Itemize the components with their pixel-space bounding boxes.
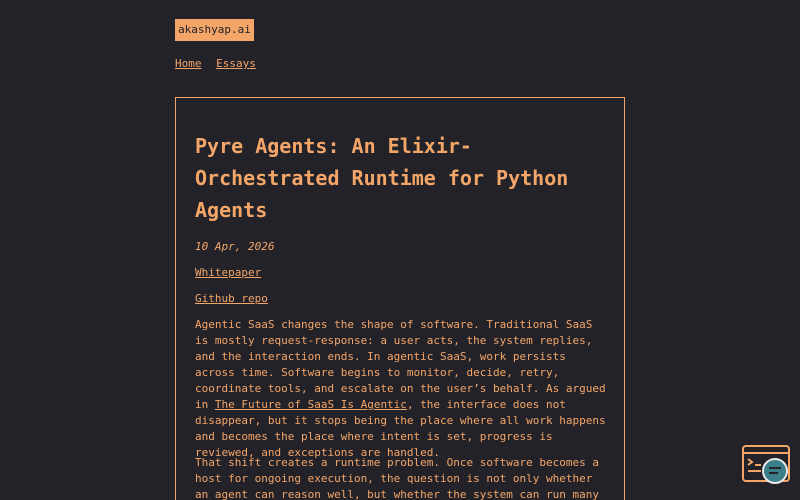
future-of-saas-link[interactable]: The Future of SaaS Is Agentic [215,398,407,411]
article-paragraph-2: That shift creates a runtime problem. On… [195,456,599,500]
chat-widget-button[interactable] [742,445,790,485]
github-repo-link[interactable]: Github repo [195,292,268,306]
article-card: Pyre Agents: An Elixir-Orchestrated Runt… [175,97,625,500]
article-date: 10 Apr, 2026 [195,240,275,253]
nav-essays-link[interactable]: Essays [216,57,256,70]
page: akashyap.ai Home Essays Pyre Agents: An … [0,0,800,500]
whitepaper-link[interactable]: Whitepaper [195,266,261,280]
site-logo[interactable]: akashyap.ai [175,19,254,41]
article-title: Pyre Agents: An Elixir-Orchestrated Runt… [195,134,569,222]
article-paragraph-1: Agentic SaaS changes the shape of softwa… [195,317,610,461]
terminal-chat-icon [742,445,790,484]
top-nav: Home Essays [175,57,264,71]
nav-home-link[interactable]: Home [175,57,202,70]
